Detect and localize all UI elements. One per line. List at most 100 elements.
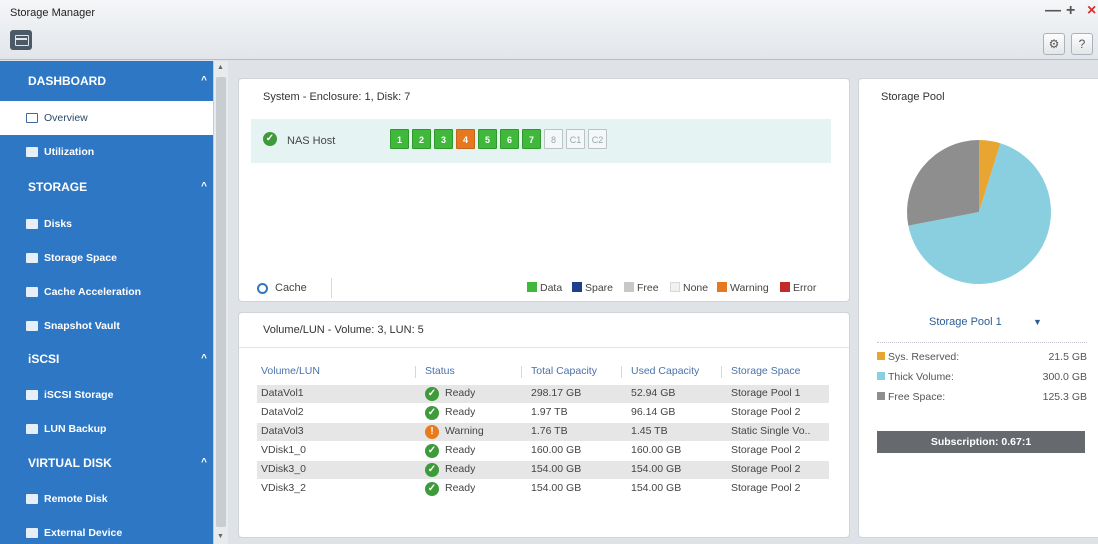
table-cell: VDisk3_2	[261, 482, 306, 494]
column-header[interactable]: Status	[425, 365, 455, 377]
table-row[interactable]: DataVol3! Warning 1.76 TB 1.45 TB Static Sin…	[257, 423, 829, 441]
chevron-up-icon: ^	[201, 181, 207, 192]
help-button[interactable]: ?	[1071, 33, 1093, 55]
column-header[interactable]: Used Capacity	[631, 365, 699, 377]
disk-bay-2[interactable]: 2	[412, 129, 431, 149]
disk-bay-4[interactable]: 4	[456, 129, 475, 149]
disk-bay-6[interactable]: 6	[500, 129, 519, 149]
disk-bay-5[interactable]: 5	[478, 129, 497, 149]
storage-pool-title: Storage Pool	[881, 91, 945, 103]
table-cell: 1.45 TB	[631, 425, 668, 437]
settings-button[interactable]: ⚙	[1043, 33, 1065, 55]
scroll-up-icon[interactable]: ▲	[217, 64, 224, 72]
legend-swatch	[670, 282, 680, 292]
sidebar-section-storage[interactable]: STORAGE ^	[0, 171, 213, 203]
pool-legend-value: 125.3 GB	[1042, 391, 1087, 403]
legend-item-spare: Spare	[572, 282, 613, 294]
table-cell: Storage Pool 2	[731, 463, 801, 475]
sidebar-section-virtual-disk[interactable]: VIRTUAL DISK ^	[0, 447, 213, 479]
pool-legend-label: Thick Volume:	[888, 371, 954, 383]
app-menu-icon[interactable]	[10, 30, 32, 50]
legend-label: None	[683, 282, 709, 294]
table-row[interactable]: VDisk3_0 ✓ Ready 154.00 GB 154.00 GB Storage …	[257, 461, 829, 479]
sidebar-item-storage-space[interactable]: Storage Space	[0, 241, 213, 275]
sidebar-section-iscsi[interactable]: iSCSI ^	[0, 343, 213, 375]
table-cell: 154.00 GB	[531, 482, 582, 494]
legend-label: Error	[793, 282, 817, 294]
cache-label: Cache	[275, 282, 307, 294]
table-row[interactable]: DataVol1 ✓ Ready 298.17 GB 52.94 GB Storage P…	[257, 385, 829, 403]
nas-host-label[interactable]: NAS Host	[287, 135, 335, 147]
table-cell: 1.97 TB	[531, 406, 568, 418]
column-header[interactable]: Volume/LUN	[261, 365, 320, 377]
legend-label: Warning	[730, 282, 769, 294]
close-button[interactable]: ×	[1087, 3, 1096, 19]
dropdown-caret-icon[interactable]: ▼	[1033, 317, 1042, 327]
scroll-down-icon[interactable]: ▼	[217, 533, 224, 541]
table-row[interactable]: VDisk3_2 ✓ Ready 154.00 GB 154.00 GB Storage …	[257, 480, 829, 498]
maximize-button[interactable]: +	[1066, 3, 1075, 19]
legend-swatch	[527, 282, 537, 292]
table-row[interactable]: DataVol2 ✓ Ready 1.97 TB 96.14 GB Storage Poo…	[257, 404, 829, 422]
status-warning-icon: !	[425, 425, 439, 439]
pie-slice[interactable]	[907, 140, 979, 226]
sidebar-item-snapshot-vault[interactable]: Snapshot Vault	[0, 309, 213, 343]
sidebar-item-remote-disk[interactable]: Remote Disk	[0, 482, 213, 516]
pool-selector[interactable]: Storage Pool 1	[929, 316, 1002, 328]
storage-space-icon	[26, 253, 38, 263]
legend-swatch	[572, 282, 582, 292]
sidebar-item-lun-backup[interactable]: LUN Backup	[0, 412, 213, 446]
table-row[interactable]: VDisk1_0 ✓ Ready 160.00 GB 160.00 GB Storage …	[257, 442, 829, 460]
gear-icon: ⚙	[1048, 37, 1060, 51]
pool-legend-row: Sys. Reserved: 21.5 GB	[877, 351, 1087, 363]
sidebar-item-disks[interactable]: Disks	[0, 207, 213, 241]
storage-pool-panel: Storage Pool Storage Pool 1 ▼ Sys. Reser…	[858, 78, 1098, 538]
table-cell: 154.00 GB	[631, 482, 682, 494]
sidebar-item-label: LUN Backup	[44, 423, 107, 435]
disk-bay-c2[interactable]: C2	[588, 129, 607, 149]
volume-lun-panel: Volume/LUN - Volume: 3, LUN: 5 Volume/LU…	[238, 312, 850, 538]
remote-disk-icon	[26, 494, 38, 504]
status-ready-icon: ✓	[425, 406, 439, 420]
sidebar-item-utilization[interactable]: Utilization	[0, 135, 213, 169]
sidebar-section-label: iSCSI	[28, 352, 60, 366]
disk-bay-8[interactable]: 8	[544, 129, 563, 149]
sidebar-item-external-device[interactable]: External Device	[0, 516, 213, 544]
sidebar-item-overview[interactable]: Overview	[0, 101, 213, 135]
legend-label: Free	[637, 282, 659, 294]
minimize-button[interactable]: —	[1045, 3, 1061, 19]
chevron-up-icon: ^	[201, 353, 207, 364]
sidebar-section-label: DASHBOARD	[28, 74, 106, 88]
column-header[interactable]: Total Capacity	[531, 365, 597, 377]
sidebar: DASHBOARD ^ Overview Utilization STORAGE…	[0, 61, 228, 544]
help-icon: ?	[1078, 37, 1086, 51]
scrollbar-thumb[interactable]	[216, 77, 226, 527]
column-header[interactable]: Storage Space	[731, 365, 800, 377]
overview-icon	[26, 113, 38, 123]
system-panel-title: System - Enclosure: 1, Disk: 7	[263, 91, 411, 103]
legend-label: Data	[540, 282, 563, 294]
table-cell: Storage Pool 1	[731, 387, 801, 399]
disk-bay-c1[interactable]: C1	[566, 129, 585, 149]
enclosure-box: ✓ NAS Host 1 2 3 4 5 6 7 8 C1 C2	[251, 119, 831, 163]
pool-legend-value: 300.0 GB	[1042, 371, 1087, 383]
table-cell: Storage Pool 2	[731, 406, 801, 418]
table-cell: 154.00 GB	[631, 463, 682, 475]
subscription-bar: Subscription: 0.67:1	[877, 431, 1085, 453]
disks-icon	[26, 219, 38, 229]
legend-swatch	[624, 282, 634, 292]
table-cell: 52.94 GB	[631, 387, 676, 399]
sidebar-section-dashboard[interactable]: DASHBOARD ^	[0, 65, 213, 97]
external-device-icon	[26, 528, 38, 538]
status-cell: Ready	[445, 482, 476, 494]
sidebar-scrollbar[interactable]: ▲ ▼	[213, 61, 228, 544]
cache-radio[interactable]	[257, 283, 268, 294]
sidebar-item-label: Storage Space	[44, 252, 117, 264]
sidebar-item-cache-acceleration[interactable]: Cache Acceleration	[0, 275, 213, 309]
status-cell: Ready	[445, 463, 476, 475]
disk-bay-1[interactable]: 1	[390, 129, 409, 149]
disk-bay-3[interactable]: 3	[434, 129, 453, 149]
disk-bay-7[interactable]: 7	[522, 129, 541, 149]
window-title: Storage Manager	[10, 7, 95, 19]
sidebar-item-iscsi-storage[interactable]: iSCSI Storage	[0, 378, 213, 412]
